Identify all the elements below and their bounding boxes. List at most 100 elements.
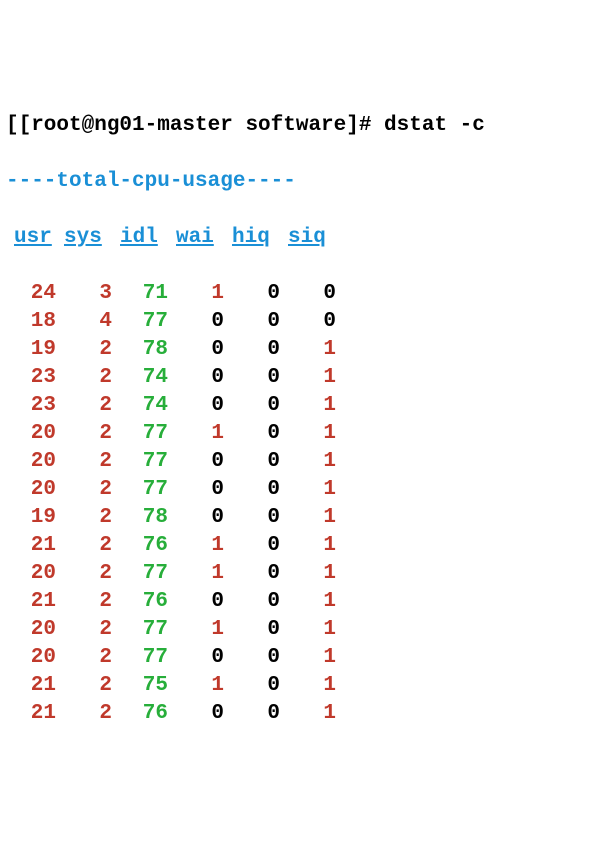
cell-idl: 71 bbox=[112, 280, 168, 308]
cell-wai: 1 bbox=[168, 616, 224, 644]
cell-wai: 1 bbox=[168, 532, 224, 560]
cell-hiq: 0 bbox=[224, 700, 280, 728]
cell-usr: 23 bbox=[6, 364, 56, 392]
cell-idl: 77 bbox=[112, 616, 168, 644]
col-hiq: hiq bbox=[224, 224, 280, 252]
cell-idl: 78 bbox=[112, 336, 168, 364]
col-usr: usr bbox=[6, 224, 56, 252]
cell-idl: 78 bbox=[112, 504, 168, 532]
table-row: 23274001 bbox=[6, 392, 587, 420]
cell-sys: 2 bbox=[56, 560, 112, 588]
command-prompt: [[root@ng01-master software]# dstat -c bbox=[6, 112, 587, 140]
cell-wai: 0 bbox=[168, 336, 224, 364]
cell-usr: 20 bbox=[6, 448, 56, 476]
table-row: 21276101 bbox=[6, 532, 587, 560]
cell-siq: 1 bbox=[280, 448, 336, 476]
cell-hiq: 0 bbox=[224, 420, 280, 448]
cell-wai: 0 bbox=[168, 644, 224, 672]
cell-idl: 77 bbox=[112, 420, 168, 448]
cell-wai: 0 bbox=[168, 504, 224, 532]
cell-usr: 24 bbox=[6, 280, 56, 308]
cell-idl: 77 bbox=[112, 476, 168, 504]
cell-hiq: 0 bbox=[224, 336, 280, 364]
cell-siq: 1 bbox=[280, 644, 336, 672]
table-row: 20277101 bbox=[6, 560, 587, 588]
cell-sys: 2 bbox=[56, 700, 112, 728]
cell-siq: 1 bbox=[280, 532, 336, 560]
cell-idl: 74 bbox=[112, 392, 168, 420]
cell-sys: 2 bbox=[56, 588, 112, 616]
cell-idl: 76 bbox=[112, 700, 168, 728]
cell-idl: 74 bbox=[112, 364, 168, 392]
cell-siq: 0 bbox=[280, 308, 336, 336]
cpu-header-dashes: ----total-cpu-usage---- bbox=[6, 168, 587, 196]
cell-hiq: 0 bbox=[224, 392, 280, 420]
cell-siq: 1 bbox=[280, 392, 336, 420]
table-row: 20277101 bbox=[6, 420, 587, 448]
cell-siq: 1 bbox=[280, 672, 336, 700]
table-row: 23274001 bbox=[6, 364, 587, 392]
table-row: 24371100 bbox=[6, 280, 587, 308]
cell-hiq: 0 bbox=[224, 280, 280, 308]
cell-sys: 4 bbox=[56, 308, 112, 336]
cell-siq: 1 bbox=[280, 700, 336, 728]
cell-usr: 20 bbox=[6, 476, 56, 504]
cell-sys: 2 bbox=[56, 420, 112, 448]
table-row: 19278001 bbox=[6, 504, 587, 532]
table-row: 21276001 bbox=[6, 700, 587, 728]
cell-hiq: 0 bbox=[224, 560, 280, 588]
cell-sys: 2 bbox=[56, 476, 112, 504]
cell-sys: 2 bbox=[56, 448, 112, 476]
col-idl: idl bbox=[112, 224, 168, 252]
cell-hiq: 0 bbox=[224, 448, 280, 476]
cell-hiq: 0 bbox=[224, 476, 280, 504]
cell-siq: 1 bbox=[280, 420, 336, 448]
cell-hiq: 0 bbox=[224, 588, 280, 616]
cell-sys: 2 bbox=[56, 532, 112, 560]
cell-usr: 21 bbox=[6, 588, 56, 616]
cell-usr: 19 bbox=[6, 504, 56, 532]
cell-sys: 2 bbox=[56, 504, 112, 532]
cell-wai: 0 bbox=[168, 476, 224, 504]
cell-idl: 77 bbox=[112, 560, 168, 588]
cell-hiq: 0 bbox=[224, 364, 280, 392]
cell-idl: 76 bbox=[112, 588, 168, 616]
cell-idl: 76 bbox=[112, 532, 168, 560]
cell-siq: 0 bbox=[280, 280, 336, 308]
cell-idl: 77 bbox=[112, 644, 168, 672]
table-row: 20277001 bbox=[6, 476, 587, 504]
cell-hiq: 0 bbox=[224, 644, 280, 672]
cell-sys: 2 bbox=[56, 392, 112, 420]
cell-siq: 1 bbox=[280, 336, 336, 364]
cell-usr: 19 bbox=[6, 336, 56, 364]
table-row: 21275101 bbox=[6, 672, 587, 700]
cell-siq: 1 bbox=[280, 560, 336, 588]
cell-wai: 1 bbox=[168, 560, 224, 588]
table-row: 20277001 bbox=[6, 644, 587, 672]
cell-siq: 1 bbox=[280, 504, 336, 532]
table-row: 20277101 bbox=[6, 616, 587, 644]
table-row: 19278001 bbox=[6, 336, 587, 364]
cell-wai: 1 bbox=[168, 672, 224, 700]
cell-idl: 75 bbox=[112, 672, 168, 700]
cell-usr: 20 bbox=[6, 420, 56, 448]
cell-hiq: 0 bbox=[224, 616, 280, 644]
cell-sys: 2 bbox=[56, 364, 112, 392]
cell-wai: 1 bbox=[168, 420, 224, 448]
col-siq: siq bbox=[280, 224, 336, 252]
cell-siq: 1 bbox=[280, 364, 336, 392]
col-sys: sys bbox=[56, 224, 112, 252]
table-row: 20277001 bbox=[6, 448, 587, 476]
cell-hiq: 0 bbox=[224, 672, 280, 700]
cell-hiq: 0 bbox=[224, 504, 280, 532]
cell-sys: 2 bbox=[56, 672, 112, 700]
col-wai: wai bbox=[168, 224, 224, 252]
cell-usr: 21 bbox=[6, 672, 56, 700]
data-rows: 2437110018477000192780012327400123274001… bbox=[6, 280, 587, 728]
cell-wai: 0 bbox=[168, 364, 224, 392]
cell-usr: 20 bbox=[6, 560, 56, 588]
cell-wai: 0 bbox=[168, 448, 224, 476]
cell-wai: 0 bbox=[168, 588, 224, 616]
cell-siq: 1 bbox=[280, 616, 336, 644]
cell-wai: 0 bbox=[168, 700, 224, 728]
